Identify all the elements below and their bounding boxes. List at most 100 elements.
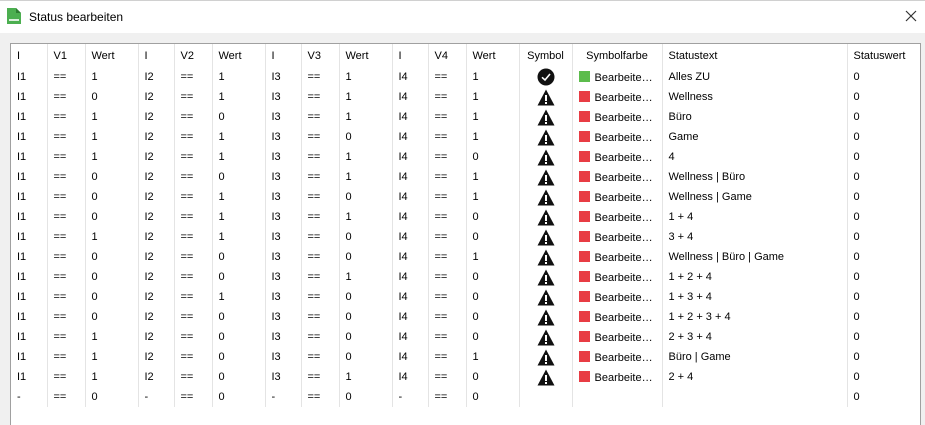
edit-color-label[interactable]: Bearbeiten... — [595, 292, 655, 304]
table-row[interactable]: - == 0- == 0- == 0- == 0 0 — [11, 387, 920, 407]
cell-v2[interactable]: == — [174, 387, 213, 407]
edit-color-label[interactable]: Bearbeiten... — [595, 212, 655, 224]
cell-v1[interactable]: == — [47, 167, 86, 187]
cell-w1[interactable]: 0 — [85, 287, 139, 307]
cell-w4[interactable]: 1 — [466, 187, 520, 207]
cell-w4[interactable]: 0 — [466, 307, 520, 327]
cell-i4[interactable]: I4 — [392, 327, 429, 347]
cell-w3[interactable]: 1 — [339, 267, 393, 287]
cell-i2[interactable]: I2 — [138, 187, 175, 207]
cell-v2[interactable]: == — [174, 247, 213, 267]
cell-w3[interactable]: 0 — [339, 287, 393, 307]
cell-v3[interactable]: == — [301, 247, 340, 267]
cell-v4[interactable]: == — [428, 387, 467, 407]
cell-w4[interactable]: 0 — [466, 387, 520, 407]
cell-v1[interactable]: == — [47, 287, 86, 307]
cell-v1[interactable]: == — [47, 147, 86, 167]
cell-i3[interactable]: I3 — [265, 367, 302, 387]
cell-i1[interactable]: I1 — [11, 247, 48, 267]
table-row[interactable]: I1 == 0 I2 == 0 I3 == 0 I4 == 1 Bearbeiten... Wellnes… — [11, 247, 920, 267]
cell-w2[interactable]: 0 — [212, 327, 266, 347]
cell-w1[interactable]: 1 — [85, 327, 139, 347]
cell-v4[interactable]: == — [428, 147, 467, 167]
cell-statustext[interactable]: 2 + 4 — [662, 367, 848, 387]
cell-w2[interactable]: 0 — [212, 367, 266, 387]
cell-statuswert[interactable]: 0 — [847, 307, 920, 327]
cell-v3[interactable]: == — [301, 107, 340, 127]
cell-i1[interactable]: I1 — [11, 67, 48, 87]
cell-v1[interactable]: == — [47, 87, 86, 107]
cell-symbol[interactable] — [519, 107, 573, 127]
cell-v2[interactable]: == — [174, 127, 213, 147]
cell-v2[interactable]: == — [174, 227, 213, 247]
column-header-v4[interactable]: V4 — [428, 44, 467, 67]
cell-symbolfarbe[interactable]: Bearbeiten... — [572, 207, 663, 227]
column-header-i4[interactable]: I — [392, 44, 429, 67]
cell-v3[interactable]: == — [301, 147, 340, 167]
cell-i4[interactable]: I4 — [392, 247, 429, 267]
cell-statuswert[interactable]: 0 — [847, 227, 920, 247]
cell-i4[interactable]: I4 — [392, 267, 429, 287]
cell-w4[interactable]: 1 — [466, 167, 520, 187]
cell-w2[interactable]: 0 — [212, 167, 266, 187]
cell-w4[interactable]: 1 — [466, 87, 520, 107]
cell-w4[interactable]: 0 — [466, 207, 520, 227]
cell-w3[interactable]: 0 — [339, 387, 393, 407]
cell-w1[interactable]: 0 — [85, 167, 139, 187]
cell-w1[interactable]: 1 — [85, 107, 139, 127]
cell-w4[interactable]: 1 — [466, 67, 520, 87]
cell-w1[interactable]: 0 — [85, 387, 139, 407]
cell-w3[interactable]: 1 — [339, 167, 393, 187]
cell-v1[interactable]: == — [47, 367, 86, 387]
cell-v2[interactable]: == — [174, 187, 213, 207]
cell-statuswert[interactable]: 0 — [847, 67, 920, 87]
cell-w2[interactable]: 0 — [212, 267, 266, 287]
cell-v2[interactable]: == — [174, 327, 213, 347]
cell-symbolfarbe[interactable]: Bearbeiten... — [572, 67, 663, 87]
edit-color-label[interactable]: Bearbeiten... — [595, 372, 655, 384]
table-row[interactable]: I1 == 0 I2 == 1 I3 == 0 I4 == 0 Bearbeiten... 1 + 3 +… — [11, 287, 920, 307]
cell-i3[interactable]: I3 — [265, 267, 302, 287]
cell-w4[interactable]: 1 — [466, 127, 520, 147]
cell-statuswert[interactable]: 0 — [847, 187, 920, 207]
cell-w2[interactable]: 0 — [212, 247, 266, 267]
cell-w3[interactable]: 1 — [339, 107, 393, 127]
cell-v1[interactable]: == — [47, 187, 86, 207]
cell-v1[interactable]: == — [47, 227, 86, 247]
table-row[interactable]: I1 == 1 I2 == 1 I3 == 1 I4 == 0 Bearbeiten... 4 0 — [11, 147, 920, 167]
cell-w3[interactable]: 1 — [339, 87, 393, 107]
table-row[interactable]: I1 == 1 I2 == 1 I3 == 1 I4 == 1 Bearbeiten... Alles Z… — [11, 67, 920, 87]
cell-i2[interactable]: I2 — [138, 247, 175, 267]
cell-symbolfarbe[interactable]: Bearbeiten... — [572, 367, 663, 387]
cell-i3[interactable]: I3 — [265, 227, 302, 247]
cell-w2[interactable]: 0 — [212, 387, 266, 407]
cell-v2[interactable]: == — [174, 67, 213, 87]
cell-symbol[interactable] — [519, 67, 573, 87]
cell-v2[interactable]: == — [174, 307, 213, 327]
column-header-v3[interactable]: V3 — [301, 44, 340, 67]
cell-symbolfarbe[interactable]: Bearbeiten... — [572, 87, 663, 107]
cell-w3[interactable]: 0 — [339, 247, 393, 267]
cell-i1[interactable]: I1 — [11, 227, 48, 247]
cell-i1[interactable]: I1 — [11, 267, 48, 287]
cell-i4[interactable]: I4 — [392, 187, 429, 207]
cell-statustext[interactable]: 1 + 2 + 3 + 4 — [662, 307, 848, 327]
cell-i3[interactable]: I3 — [265, 347, 302, 367]
cell-v3[interactable]: == — [301, 387, 340, 407]
cell-i1[interactable]: I1 — [11, 167, 48, 187]
column-header-w2[interactable]: Wert — [212, 44, 266, 67]
cell-w3[interactable]: 1 — [339, 207, 393, 227]
cell-i4[interactable]: I4 — [392, 147, 429, 167]
cell-symbol[interactable] — [519, 127, 573, 147]
cell-i3[interactable]: I3 — [265, 87, 302, 107]
cell-i1[interactable]: I1 — [11, 147, 48, 167]
cell-v4[interactable]: == — [428, 187, 467, 207]
cell-i2[interactable]: I2 — [138, 327, 175, 347]
cell-w3[interactable]: 0 — [339, 307, 393, 327]
column-header-i2[interactable]: I — [138, 44, 175, 67]
cell-v2[interactable]: == — [174, 287, 213, 307]
cell-v3[interactable]: == — [301, 347, 340, 367]
cell-statustext[interactable]: Büro — [662, 107, 848, 127]
cell-i3[interactable]: I3 — [265, 167, 302, 187]
cell-i4[interactable]: I4 — [392, 307, 429, 327]
